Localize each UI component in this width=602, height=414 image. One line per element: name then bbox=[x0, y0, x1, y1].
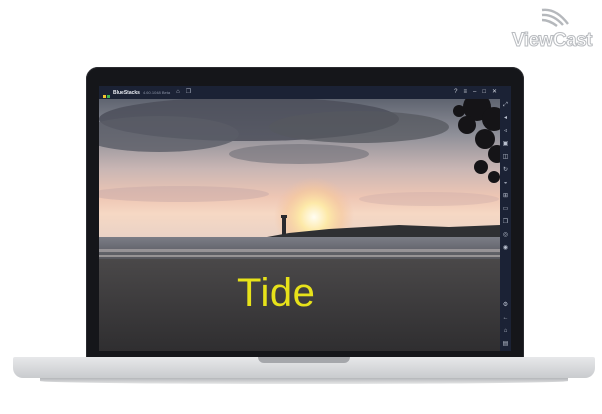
close-icon[interactable]: ✕ bbox=[492, 86, 497, 99]
bluestacks-logo-icon bbox=[103, 89, 110, 102]
viewcast-logo: ViewCast bbox=[500, 6, 593, 52]
minimize-icon[interactable]: – bbox=[473, 86, 476, 99]
help-icon[interactable]: ? bbox=[454, 86, 457, 99]
recent-apps-icon[interactable]: ▤ bbox=[502, 341, 509, 348]
macro-icon[interactable]: ⊞ bbox=[502, 193, 509, 200]
multi-instance-icon[interactable]: ❐ bbox=[186, 86, 191, 99]
shake-icon[interactable]: ◒ bbox=[502, 180, 509, 187]
volume-down-icon[interactable]: ◃ bbox=[502, 128, 509, 135]
menu-icon[interactable]: ≡ bbox=[463, 86, 467, 99]
settings-icon[interactable]: ⚙ bbox=[502, 302, 509, 309]
side-toolbar: ⤢ ◂ ◃ ▣ ◫ ↻ ◒ ⊞ ▭ ❐ ◎ ◉ ⚙ ← ⌂ ▤ bbox=[500, 99, 511, 351]
laptop-base-shadow bbox=[40, 378, 568, 384]
video-caption: Tide bbox=[237, 271, 316, 315]
screenshot-icon[interactable]: ◫ bbox=[502, 154, 509, 161]
window-controls: ? ≡ – □ ✕ bbox=[454, 86, 497, 99]
home-nav-icon[interactable]: ⌂ bbox=[502, 328, 509, 335]
home-icon[interactable]: ⌂ bbox=[176, 86, 180, 99]
location-icon[interactable]: ◎ bbox=[502, 232, 509, 239]
app-version: 4.60.1048 Beta bbox=[142, 90, 171, 95]
folder-icon[interactable]: ▭ bbox=[502, 206, 509, 213]
video-record-icon[interactable]: ▣ bbox=[502, 141, 509, 148]
volume-up-icon[interactable]: ◂ bbox=[502, 115, 509, 122]
bluestacks-window: BlueStacks 4.60.1048 Beta ⌂ ❐ ? ≡ – □ ✕ bbox=[99, 86, 511, 351]
fullscreen-icon[interactable]: ⤢ bbox=[502, 102, 509, 109]
app-title: BlueStacks bbox=[113, 89, 140, 96]
back-icon[interactable]: ← bbox=[502, 315, 509, 322]
video-screen[interactable]: Tide bbox=[99, 99, 500, 351]
viewcast-logo-text: ViewCast bbox=[511, 30, 593, 52]
title-bar[interactable]: BlueStacks 4.60.1048 Beta ⌂ ❐ ? ≡ – □ ✕ bbox=[99, 86, 511, 102]
restore-icon[interactable]: □ bbox=[482, 86, 486, 99]
signal-waves-icon bbox=[541, 8, 569, 27]
copy-icon[interactable]: ❐ bbox=[502, 219, 509, 226]
eco-mode-icon[interactable]: ◉ bbox=[502, 245, 509, 252]
rotate-icon[interactable]: ↻ bbox=[502, 167, 509, 174]
laptop-notch bbox=[258, 357, 350, 363]
